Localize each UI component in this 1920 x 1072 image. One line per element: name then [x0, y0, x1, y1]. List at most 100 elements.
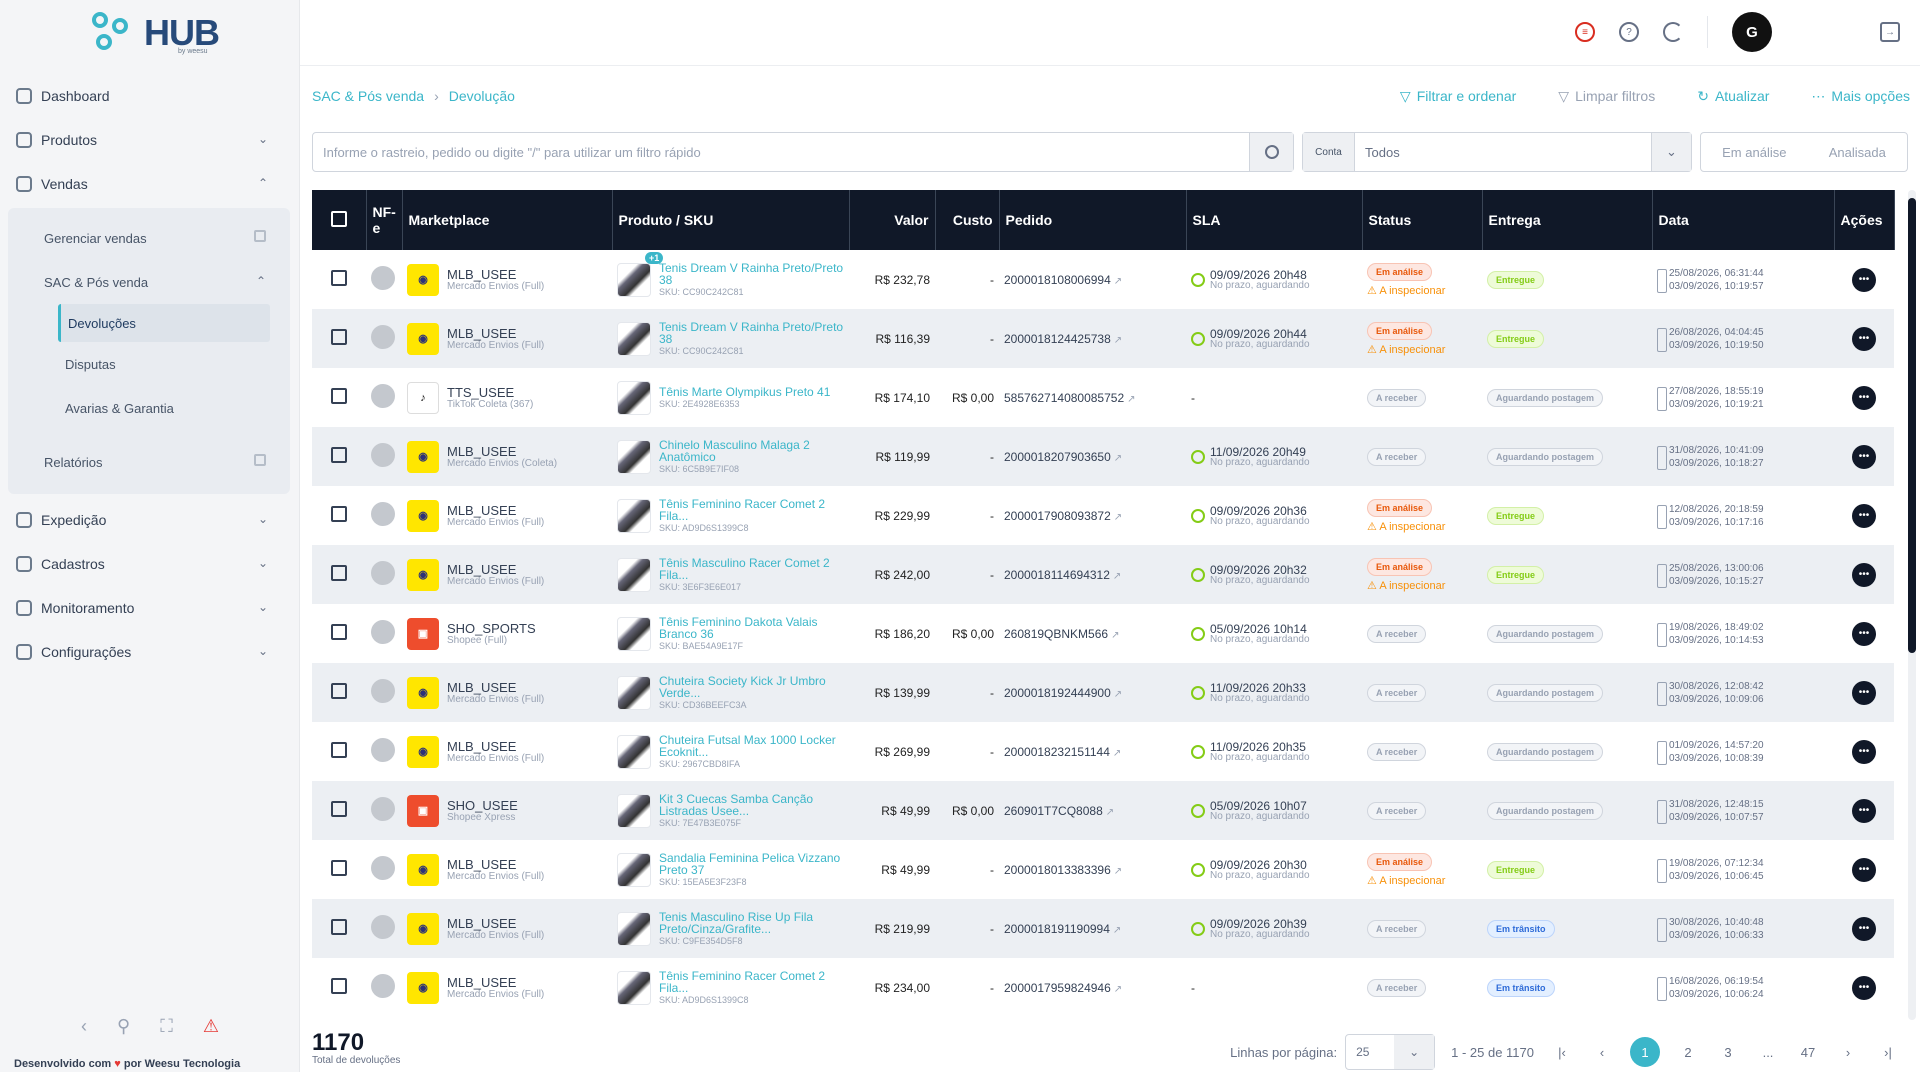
- logout-icon[interactable]: →: [1880, 22, 1900, 42]
- product-thumbnail[interactable]: [617, 911, 651, 946]
- checkbox[interactable]: [331, 742, 347, 758]
- external-link-icon[interactable]: ↗: [1113, 571, 1121, 582]
- sidebar-item-expedicao[interactable]: Expedição ⌄: [0, 498, 300, 542]
- nfe-status-icon[interactable]: [371, 915, 395, 939]
- product-link[interactable]: Tenis Masculino Rise Up Fila Preto/Cinza…: [659, 911, 844, 935]
- col-valor[interactable]: Valor: [849, 190, 936, 250]
- row-select[interactable]: [312, 486, 366, 545]
- first-page-icon[interactable]: |‹: [1550, 1045, 1574, 1060]
- col-sla[interactable]: SLA: [1186, 190, 1363, 250]
- external-link-icon[interactable]: ↗: [1114, 866, 1122, 877]
- product-link[interactable]: Chinelo Masculino Malaga 2 Anatômico: [659, 439, 844, 463]
- row-select[interactable]: [312, 368, 366, 427]
- external-link-icon[interactable]: ↗: [1114, 512, 1122, 523]
- external-link-icon[interactable]: ↗: [1113, 925, 1121, 936]
- col-pedido[interactable]: Pedido: [999, 190, 1187, 250]
- product-link[interactable]: Sandalia Feminina Pelica Vizzano Preto 3…: [659, 852, 844, 876]
- account-select[interactable]: Conta Todos ⌄: [1302, 132, 1692, 172]
- select-all[interactable]: [312, 190, 367, 250]
- last-page-icon[interactable]: ›|: [1876, 1045, 1900, 1060]
- product-link[interactable]: Tênis Feminino Dakota Valais Branco 36: [659, 616, 844, 640]
- nfe-status-icon[interactable]: [371, 384, 395, 408]
- external-link-icon[interactable]: ↗: [1113, 748, 1121, 759]
- product-thumbnail[interactable]: [617, 498, 651, 533]
- product-link[interactable]: Tenis Dream V Rainha Preto/Preto 38: [659, 321, 844, 345]
- table-row[interactable]: ▣ SHO_USEE Shopee Xpress Kit 3 Cuecas Samb…: [312, 781, 1894, 840]
- sidebar-item-avarias[interactable]: Avarias & Garantia: [8, 386, 290, 430]
- refresh-button[interactable]: ↻ Atualizar: [1697, 88, 1769, 105]
- sidebar-item-produtos[interactable]: Produtos ⌄: [0, 118, 300, 162]
- col-custo[interactable]: Custo: [935, 190, 1000, 250]
- nfe-status-icon[interactable]: [371, 266, 395, 290]
- collapse-icon[interactable]: ‹: [81, 1016, 87, 1037]
- segment-analisada[interactable]: Analisada: [1829, 145, 1886, 160]
- table-scrollbar[interactable]: [1908, 190, 1916, 1020]
- product-thumbnail[interactable]: [617, 852, 651, 887]
- pin-icon[interactable]: ⚲: [117, 1016, 130, 1037]
- table-row[interactable]: ◉ MLB_USEE Mercado Envios (Full) Chuteira …: [312, 663, 1894, 722]
- page-3[interactable]: 3: [1716, 1045, 1740, 1060]
- more-actions-icon[interactable]: •••: [1852, 739, 1876, 764]
- product-thumbnail[interactable]: [617, 734, 651, 769]
- search-input[interactable]: Informe o rastreio, pedido ou digite "/"…: [312, 132, 1294, 172]
- product-link[interactable]: Chuteira Society Kick Jr Umbro Verde...: [659, 675, 844, 699]
- table-row[interactable]: ◉ MLB_USEE Mercado Envios (Full) +1 Tenis D…: [312, 250, 1894, 309]
- checkbox[interactable]: [331, 270, 347, 286]
- table-row[interactable]: ◉ MLB_USEE Mercado Envios (Full) Chuteira …: [312, 722, 1894, 781]
- row-select[interactable]: [312, 604, 366, 663]
- sidebar-item-cadastros[interactable]: Cadastros ⌄: [0, 542, 300, 586]
- checkbox[interactable]: [331, 565, 347, 581]
- row-select[interactable]: [312, 840, 366, 899]
- product-thumbnail[interactable]: [617, 262, 651, 297]
- product-thumbnail[interactable]: [617, 439, 651, 474]
- sidebar-item-sac[interactable]: SAC & Pós venda ⌃: [8, 260, 290, 304]
- external-link-icon[interactable]: ↗: [1114, 335, 1122, 346]
- more-actions-icon[interactable]: •••: [1852, 562, 1876, 587]
- help-icon[interactable]: ?: [1619, 22, 1639, 42]
- prev-page-icon[interactable]: ‹: [1590, 1045, 1614, 1060]
- nfe-status-icon[interactable]: [371, 561, 395, 585]
- checkbox[interactable]: [331, 919, 347, 935]
- sidebar-item-devolucoes[interactable]: Devoluções: [58, 304, 270, 342]
- page-1[interactable]: 1: [1630, 1037, 1660, 1067]
- checkbox[interactable]: [331, 329, 347, 345]
- col-entrega[interactable]: Entrega: [1482, 190, 1653, 250]
- checkbox[interactable]: [331, 388, 347, 404]
- row-select[interactable]: [312, 958, 366, 1017]
- sidebar-item-vendas[interactable]: Vendas ⌃: [0, 162, 300, 206]
- col-produto[interactable]: Produto / SKU: [612, 190, 850, 250]
- external-link-icon[interactable]: ↗: [1106, 807, 1114, 818]
- table-row[interactable]: ◉ MLB_USEE Mercado Envios (Full) Sandalia …: [312, 840, 1894, 899]
- clear-filters-button[interactable]: ▽ Limpar filtros: [1558, 88, 1655, 105]
- fullscreen-icon[interactable]: ⛶: [160, 1016, 173, 1037]
- segment-em-analise[interactable]: Em análise: [1722, 145, 1786, 160]
- product-link[interactable]: Tenis Dream V Rainha Preto/Preto 38: [659, 262, 844, 286]
- nfe-status-icon[interactable]: [371, 738, 395, 762]
- row-select[interactable]: [312, 250, 366, 309]
- page-2[interactable]: 2: [1676, 1045, 1700, 1060]
- extra-items-badge[interactable]: +1: [645, 251, 664, 264]
- product-thumbnail[interactable]: [617, 557, 651, 592]
- nfe-status-icon[interactable]: [371, 502, 395, 526]
- more-actions-icon[interactable]: •••: [1852, 680, 1876, 705]
- sidebar-item-monitoramento[interactable]: Monitoramento ⌄: [0, 586, 300, 630]
- more-actions-icon[interactable]: •••: [1852, 326, 1876, 351]
- product-thumbnail[interactable]: [617, 970, 651, 1005]
- moon-icon[interactable]: [1663, 22, 1683, 42]
- row-select[interactable]: [312, 545, 366, 604]
- checkbox[interactable]: [331, 978, 347, 994]
- product-thumbnail[interactable]: [617, 616, 651, 651]
- product-thumbnail[interactable]: [617, 793, 651, 828]
- row-select[interactable]: [312, 309, 366, 368]
- nfe-status-icon[interactable]: [371, 325, 395, 349]
- table-row[interactable]: ◉ MLB_USEE Mercado Envios (Coleta) Chinelo…: [312, 427, 1894, 486]
- table-row[interactable]: ◉ MLB_USEE Mercado Envios (Full) Tenis Mas…: [312, 899, 1894, 958]
- filter-button[interactable]: ▽ Filtrar e ordenar: [1400, 88, 1516, 105]
- avatar[interactable]: G: [1732, 12, 1772, 52]
- table-row[interactable]: ◉ MLB_USEE Mercado Envios (Full) Tênis Fem…: [312, 958, 1894, 1017]
- chat-icon[interactable]: ≡: [1575, 22, 1595, 42]
- breadcrumb-devolucao[interactable]: Devolução: [449, 88, 515, 104]
- more-actions-icon[interactable]: •••: [1852, 975, 1876, 1000]
- external-link-icon[interactable]: ↗: [1114, 984, 1122, 995]
- checkbox[interactable]: [331, 683, 347, 699]
